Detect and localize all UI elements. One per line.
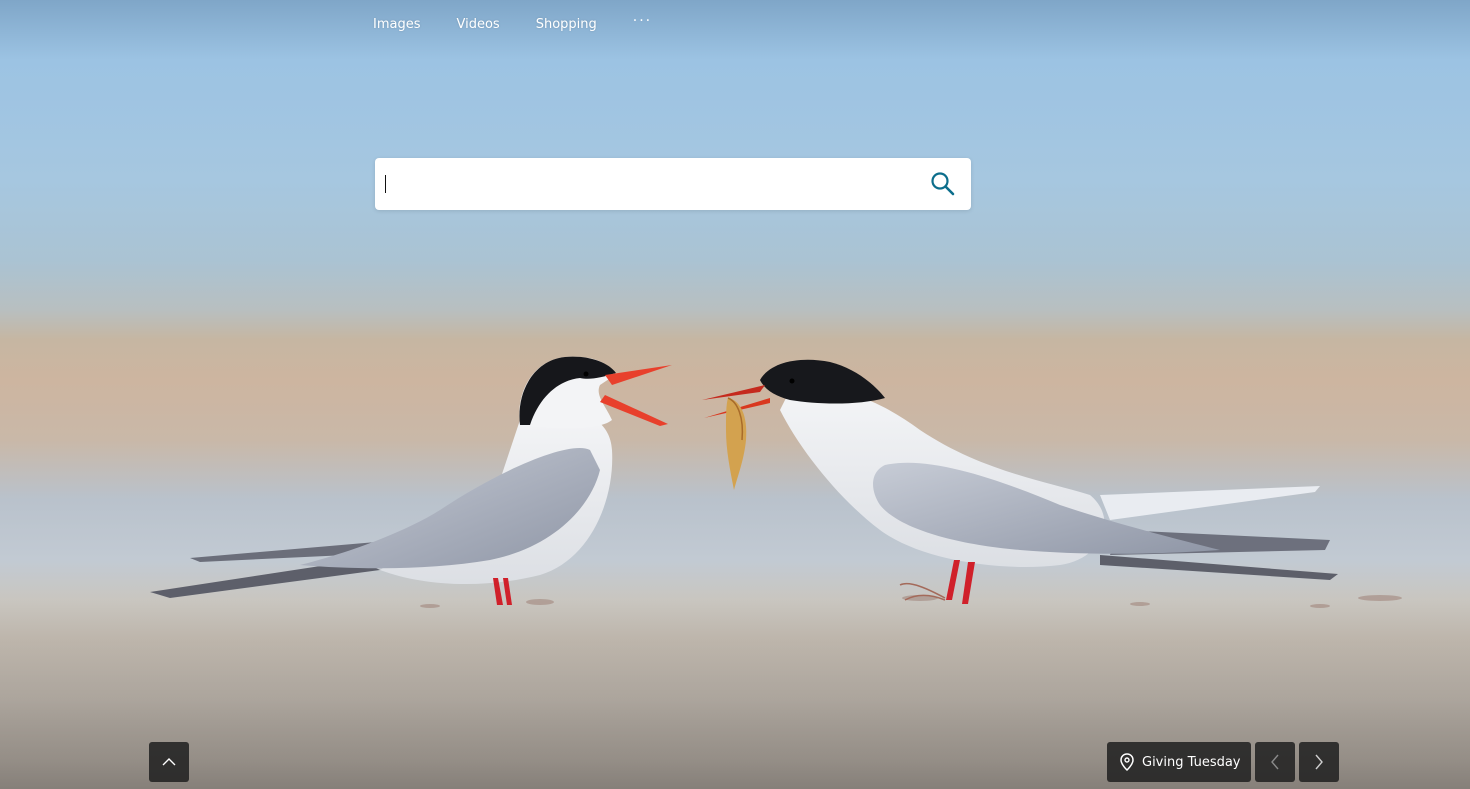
background-image	[0, 356, 1470, 789]
chevron-up-icon	[162, 758, 176, 766]
top-nav: Images Videos Shopping ···	[373, 13, 652, 34]
nav-shopping-link[interactable]: Shopping	[536, 17, 597, 32]
search-icon	[931, 172, 955, 196]
nav-videos-link[interactable]: Videos	[457, 17, 500, 32]
search-input[interactable]	[383, 166, 917, 204]
image-info-label: Giving Tuesday	[1142, 754, 1241, 770]
next-image-button[interactable]	[1299, 742, 1339, 782]
scroll-up-button[interactable]	[149, 742, 189, 782]
text-caret	[385, 175, 386, 193]
search-box	[375, 158, 971, 210]
location-pin-icon	[1120, 753, 1134, 771]
image-info-button[interactable]: Giving Tuesday	[1107, 742, 1251, 782]
chevron-left-icon	[1271, 754, 1279, 770]
right-tern	[702, 359, 1338, 604]
search-button[interactable]	[927, 168, 959, 200]
chevron-right-icon	[1315, 754, 1323, 770]
previous-image-button[interactable]	[1255, 742, 1295, 782]
page: Images Videos Shopping ··· Giving Tuesda…	[0, 0, 1470, 789]
more-menu-button[interactable]: ···	[633, 13, 652, 29]
nav-images-link[interactable]: Images	[373, 17, 421, 32]
left-tern	[150, 356, 672, 605]
